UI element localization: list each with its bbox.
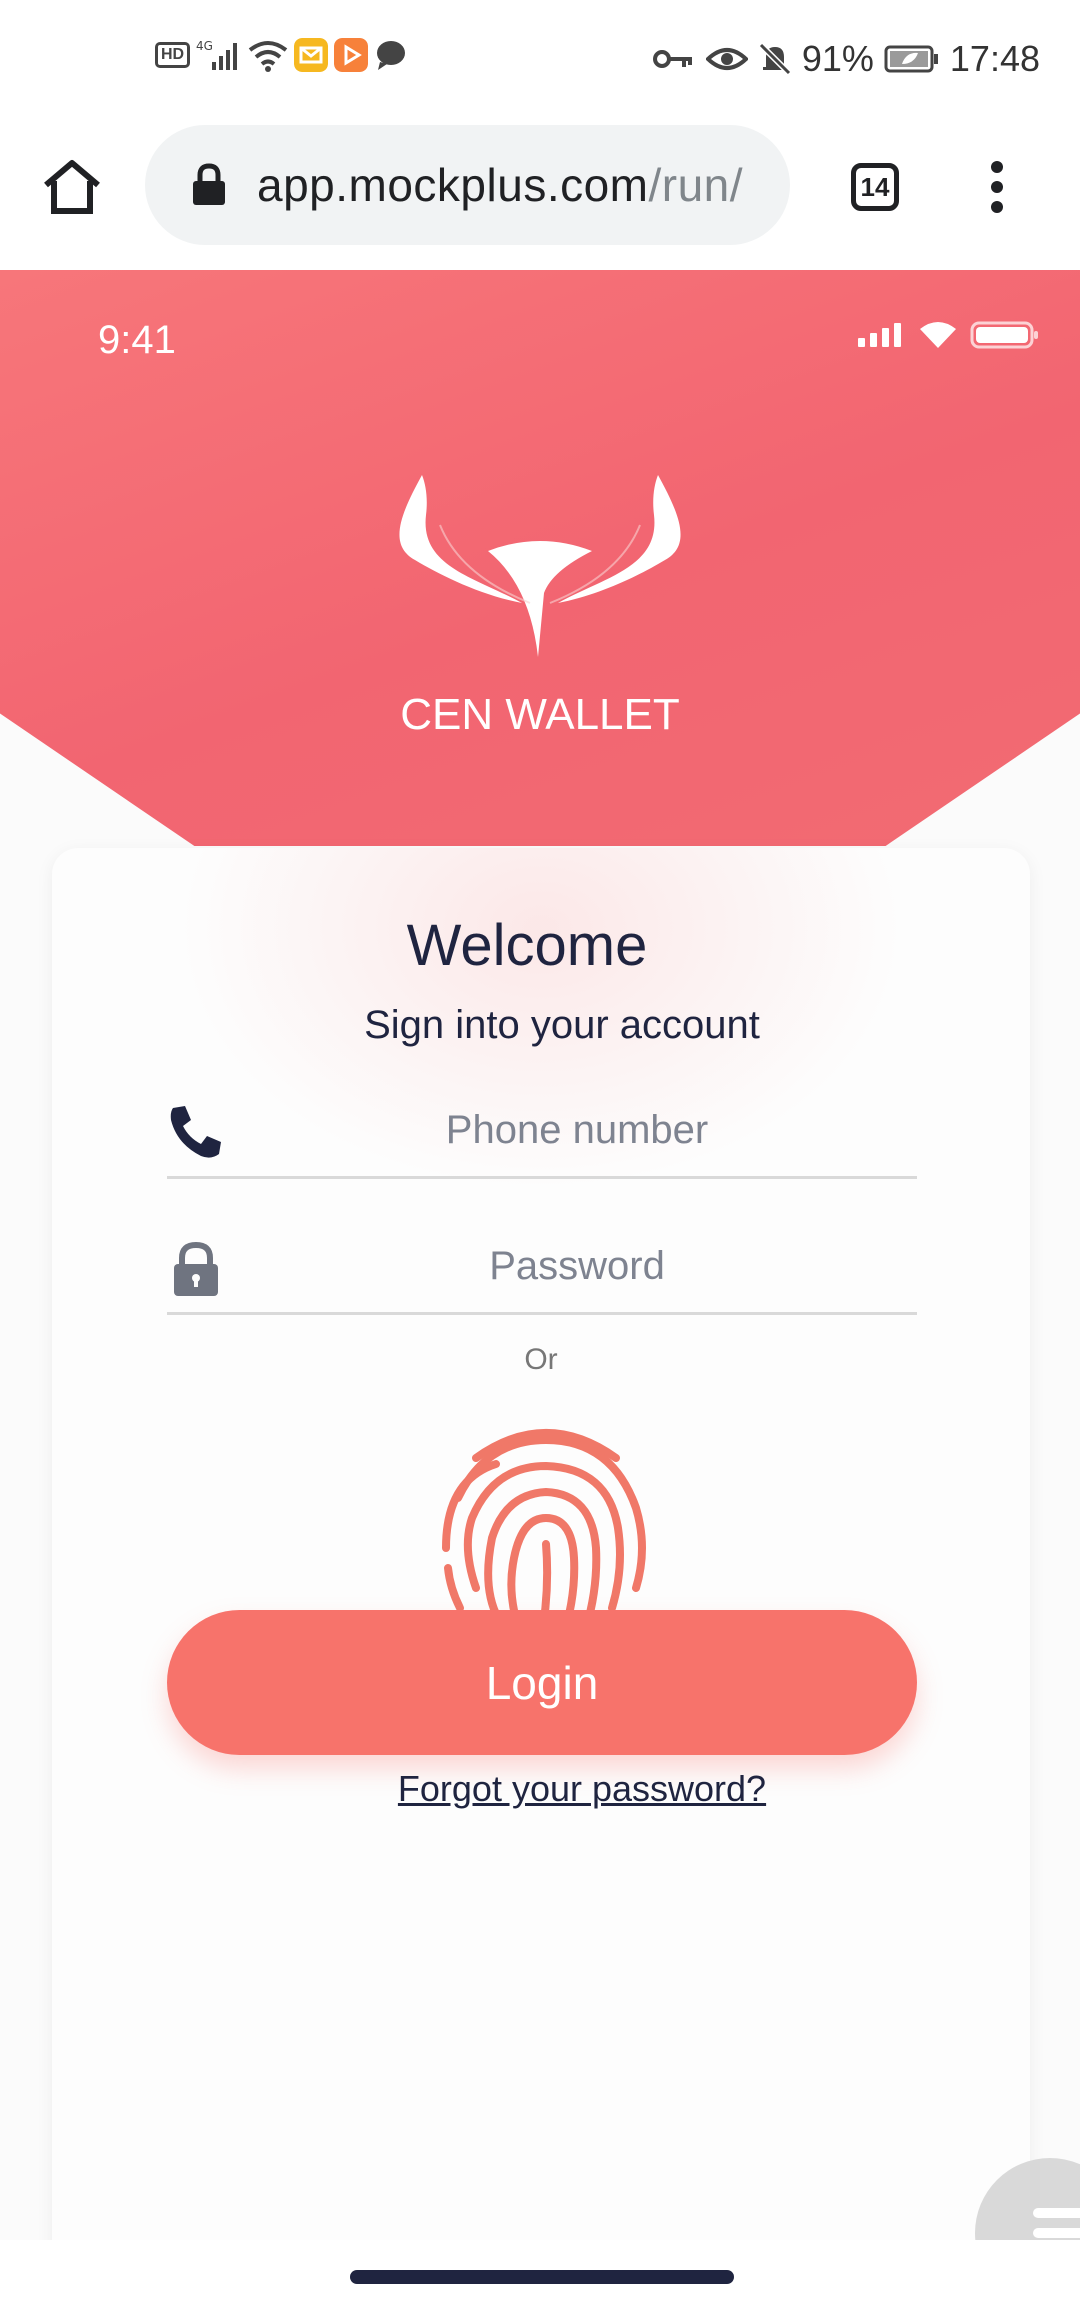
overflow-menu-icon[interactable] [985, 155, 1009, 219]
sign-in-subtitle: Sign into your account [364, 1003, 760, 1047]
prototype-viewport: 9:41 CEN WALLET Welcome Sign into your a… [0, 270, 1080, 2240]
login-button[interactable]: Login [167, 1610, 917, 1755]
hd-icon: HD [155, 42, 191, 68]
home-gesture-handle[interactable] [350, 2270, 734, 2284]
phone-number-input[interactable] [237, 1096, 917, 1164]
prototype-clock: 9:41 [98, 318, 176, 362]
browser-toolbar: app.mockplus.com/run/ 14 [0, 125, 1080, 270]
battery-saver-icon [884, 45, 938, 73]
password-input[interactable] [237, 1232, 917, 1300]
system-clock: 17:48 [949, 38, 1040, 79]
email-app-icon [294, 38, 329, 72]
cellular-signal-icon: 4G [196, 39, 238, 70]
battery-percent: 91% [801, 38, 874, 79]
phone-icon [170, 1106, 221, 1158]
prototype-status-icons [856, 320, 1040, 350]
lock-icon [174, 1241, 218, 1296]
chat-bubble-icon [377, 41, 406, 70]
vpn-key-icon [652, 50, 692, 68]
status-right-icons: 91% 17:48 [652, 38, 1040, 80]
address-bar[interactable]: app.mockplus.com/run/ [145, 125, 790, 245]
tab-count: 14 [860, 171, 890, 202]
signal-icon [858, 323, 901, 347]
brand-name: CEN WALLET [400, 690, 680, 739]
mute-bell-icon [758, 42, 791, 76]
login-card: Welcome Sign into your account Or [52, 848, 1030, 2240]
url-path: /run/ [648, 159, 744, 211]
wifi-icon [920, 322, 956, 348]
phone-field [167, 1096, 917, 1179]
tab-switcher-button[interactable]: 14 [851, 163, 899, 211]
eye-comfort-icon [705, 48, 748, 70]
network-type-label: 4G [196, 39, 213, 53]
system-status-bar: HD 4G 91% 17:48 [0, 0, 1080, 125]
status-left-icons: HD 4G [155, 38, 408, 72]
home-icon[interactable] [40, 155, 104, 219]
forgot-password-link[interactable]: Forgot your password? [52, 1768, 1080, 1810]
welcome-heading: Welcome [406, 913, 648, 978]
url-text[interactable]: app.mockplus.com/run/ [257, 158, 743, 212]
password-field [167, 1232, 917, 1315]
gesture-navigation-bar [0, 2240, 1080, 2310]
lock-icon [193, 163, 225, 205]
or-divider-label: Or [524, 1343, 558, 1376]
video-app-icon [334, 38, 369, 72]
url-domain: app.mockplus.com [257, 159, 649, 211]
wifi-icon [248, 41, 288, 72]
battery-icon [970, 321, 1038, 349]
header-banner: 9:41 CEN WALLET [0, 270, 1080, 846]
cen-wallet-logo [399, 475, 681, 657]
